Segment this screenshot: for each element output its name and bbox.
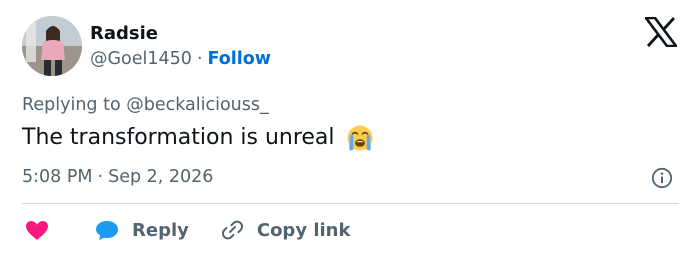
- tweet-timestamp[interactable]: 5:08 PM · Sep 2, 2026: [22, 166, 213, 188]
- like-button[interactable]: [24, 218, 50, 242]
- author-name[interactable]: Radsie: [90, 23, 158, 45]
- tweet-text: The transformation is unreal: [22, 122, 375, 154]
- avatar-photo: [22, 16, 82, 76]
- speech-bubble-icon: [96, 221, 118, 240]
- separator-dot: ·: [97, 167, 104, 187]
- tweet-time: 5:08 PM: [22, 167, 93, 187]
- author-handle-row: @Goel1450 · Follow: [90, 48, 271, 70]
- tweet-text-body: The transformation is unreal: [22, 125, 335, 150]
- info-icon[interactable]: [651, 167, 673, 189]
- author-handle[interactable]: @Goel1450: [90, 49, 192, 69]
- divider: [22, 203, 679, 204]
- copy-link-button[interactable]: Copy link: [219, 218, 351, 242]
- follow-button[interactable]: Follow: [208, 49, 271, 69]
- heart-icon: [26, 221, 48, 240]
- replying-to[interactable]: Replying to @beckaliciouss_: [22, 94, 269, 116]
- copy-link-label: Copy link: [256, 219, 351, 241]
- loudly-crying-face-icon: [347, 125, 373, 151]
- tweet-date: Sep 2, 2026: [108, 167, 214, 187]
- reply-button[interactable]: Reply: [94, 218, 189, 242]
- action-bar: Reply Copy link: [22, 216, 350, 244]
- link-icon: [221, 220, 243, 240]
- avatar[interactable]: [22, 16, 82, 76]
- x-logo-icon[interactable]: [645, 17, 677, 47]
- separator-dot: ·: [196, 49, 203, 69]
- reply-label: Reply: [132, 219, 189, 241]
